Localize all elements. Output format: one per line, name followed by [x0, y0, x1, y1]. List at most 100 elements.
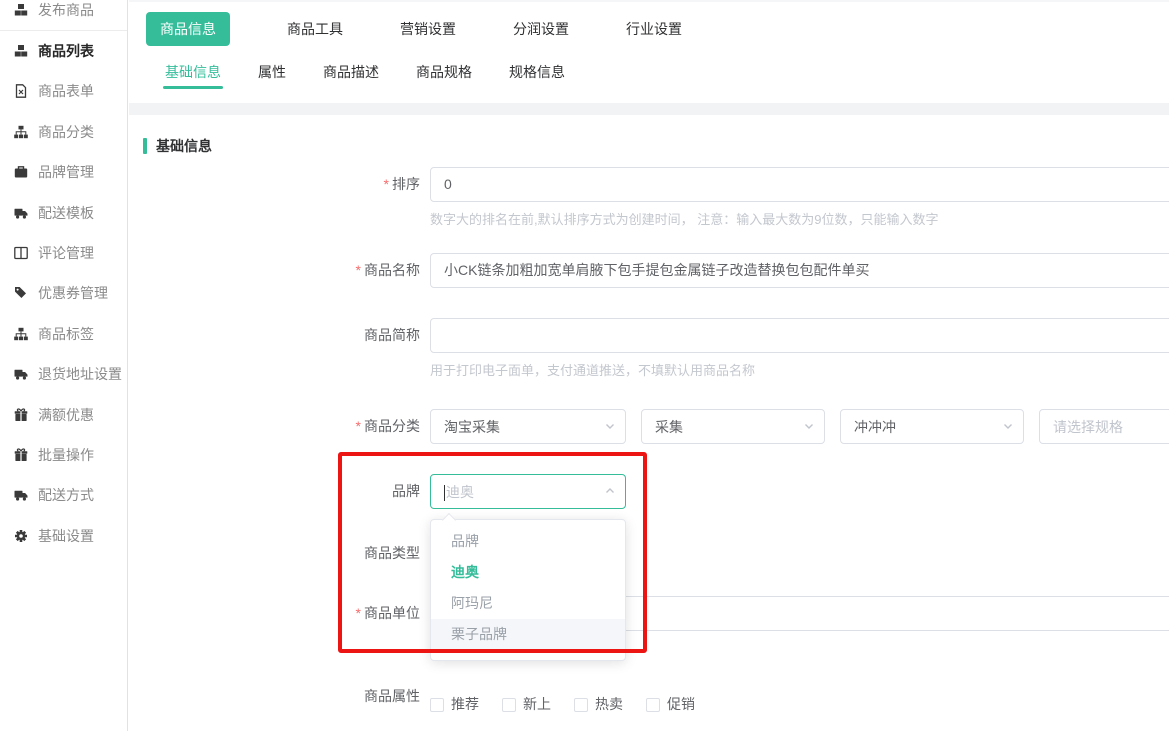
briefcase-icon	[13, 165, 29, 179]
form-row-name: *商品名称 小CK链条加粗加宽单肩腋下包手提包金属链子改造替换包包配件单买	[129, 253, 1169, 288]
tab-marketing-settings[interactable]: 营销设置	[400, 12, 456, 46]
file-icon	[13, 84, 29, 98]
category-level3-select[interactable]: 冲冲冲	[840, 409, 1024, 444]
sidebar-item-label: 商品列表	[38, 41, 94, 61]
chevron-up-icon	[604, 484, 616, 500]
sidebar-item-label: 配送方式	[38, 485, 94, 505]
sidebar-item-label: 配送模板	[38, 203, 94, 223]
required-mark: *	[384, 176, 389, 192]
brand-option-armani[interactable]: 阿玛尼	[431, 588, 625, 619]
sort-input[interactable]: 0	[430, 167, 1169, 202]
primary-tabs: 商品信息 商品工具 营销设置 分润设置 行业设置	[129, 2, 1169, 46]
attributes-label: 商品属性	[129, 679, 430, 714]
form-panel: 基础信息 *排序 0 数字大的排名在前,默认排序方式为创建时间， 注意：输入最大…	[129, 115, 1169, 722]
tab-product-tools[interactable]: 商品工具	[287, 12, 343, 46]
sidebar-item-label: 商品表单	[38, 81, 94, 101]
sidebar-item-label: 基础设置	[38, 526, 94, 546]
section-title: 基础信息	[143, 136, 1169, 156]
subtab-spec-info[interactable]: 规格信息	[509, 63, 565, 81]
brand-option-dior[interactable]: 迪奥	[431, 557, 625, 588]
spec-select[interactable]: 请选择规格	[1039, 409, 1169, 444]
type-label: 商品类型	[129, 536, 430, 571]
tab-product-info[interactable]: 商品信息	[146, 12, 230, 46]
cubes-icon	[13, 3, 29, 17]
sidebar-item-label: 优惠券管理	[38, 283, 108, 303]
short-name-help-text: 用于打印电子面单，支付通道推送，不填默认用商品名称	[430, 362, 1169, 380]
secondary-tabs: 基础信息 属性 商品描述 商品规格 规格信息	[165, 63, 1169, 81]
sort-label: *排序	[129, 167, 430, 202]
sidebar-item-product-category[interactable]: 商品分类	[0, 112, 127, 152]
chevron-down-icon	[803, 419, 815, 435]
sitemap-icon	[13, 125, 29, 139]
sitemap-icon	[13, 327, 29, 341]
sidebar-menu: 发布商品 商品列表 商品表单 商品分类 品牌管理 配送模板 评论管理 优惠券管	[0, 0, 127, 556]
sidebar-item-return-address-settings[interactable]: 退货地址设置	[0, 354, 127, 394]
required-mark: *	[356, 605, 361, 621]
truck-icon	[13, 488, 29, 502]
subtab-attributes[interactable]: 属性	[258, 63, 286, 81]
checkbox-new[interactable]: 新上	[502, 687, 551, 722]
cubes-icon	[13, 44, 29, 58]
form-row-type: 商品类型	[129, 536, 1169, 571]
checkbox-icon[interactable]	[646, 698, 660, 712]
brand-option-lizi[interactable]: 栗子品牌	[431, 619, 625, 650]
subtab-basic-info[interactable]: 基础信息	[165, 63, 221, 81]
sidebar: 发布商品 商品列表 商品表单 商品分类 品牌管理 配送模板 评论管理 优惠券管	[0, 0, 128, 731]
text-cursor	[444, 485, 445, 501]
brand-label: 品牌	[129, 474, 430, 509]
checkbox-icon[interactable]	[574, 698, 588, 712]
form-row-short-name: 商品简称 用于打印电子面单，支付通道推送，不填默认用商品名称	[129, 318, 1169, 380]
sidebar-item-label: 批量操作	[38, 445, 94, 465]
checkbox-promotion[interactable]: 促销	[646, 687, 695, 722]
sidebar-item-batch-operations[interactable]: 批量操作	[0, 435, 127, 475]
chevron-down-icon	[604, 419, 616, 435]
form-row-category: *商品分类 淘宝采集 采集 冲冲冲 请选择规格	[129, 409, 1169, 444]
sidebar-item-product-tags[interactable]: 商品标签	[0, 314, 127, 354]
sidebar-item-label: 商品分类	[38, 122, 94, 142]
gear-icon	[13, 529, 29, 543]
category-label: *商品分类	[129, 409, 430, 444]
sidebar-item-delivery-method[interactable]: 配送方式	[0, 475, 127, 515]
tags-icon	[13, 286, 29, 300]
brand-select[interactable]: 迪奥	[430, 474, 626, 509]
required-mark: *	[356, 418, 361, 434]
checkbox-icon[interactable]	[430, 698, 444, 712]
sidebar-item-label: 满额优惠	[38, 405, 94, 425]
tab-profit-settings[interactable]: 分润设置	[513, 12, 569, 46]
sidebar-item-delivery-template[interactable]: 配送模板	[0, 192, 127, 232]
brand-option-brand[interactable]: 品牌	[431, 526, 625, 557]
sidebar-item-coupon-management[interactable]: 优惠券管理	[0, 273, 127, 313]
category-level1-select[interactable]: 淘宝采集	[430, 409, 626, 444]
subtab-product-description[interactable]: 商品描述	[323, 63, 379, 81]
checkbox-icon[interactable]	[502, 698, 516, 712]
tab-industry-settings[interactable]: 行业设置	[626, 12, 682, 46]
checkbox-hot[interactable]: 热卖	[574, 687, 623, 722]
sidebar-item-label: 商品标签	[38, 324, 94, 344]
subtab-product-spec[interactable]: 商品规格	[416, 63, 472, 81]
unit-label: *商品单位	[129, 596, 430, 631]
truck-icon	[13, 367, 29, 381]
form-row-sort: *排序 0 数字大的排名在前,默认排序方式为创建时间， 注意：输入最大数为9位数…	[129, 167, 1169, 229]
sidebar-item-product-list[interactable]: 商品列表	[0, 31, 127, 71]
short-name-label: 商品简称	[129, 318, 430, 353]
sidebar-item-basic-settings[interactable]: 基础设置	[0, 516, 127, 556]
sidebar-item-label: 退货地址设置	[38, 364, 122, 384]
sidebar-item-publish-product[interactable]: 发布商品	[0, 0, 127, 31]
sidebar-item-full-discount[interactable]: 满额优惠	[0, 394, 127, 434]
sidebar-item-label: 评论管理	[38, 243, 94, 263]
sidebar-item-product-form[interactable]: 商品表单	[0, 71, 127, 111]
gift-icon	[13, 448, 29, 462]
sidebar-item-brand-management[interactable]: 品牌管理	[0, 152, 127, 192]
main-content: 商品信息 商品工具 营销设置 分润设置 行业设置 基础信息 属性 商品描述 商品…	[129, 0, 1169, 731]
sidebar-item-comment-management[interactable]: 评论管理	[0, 233, 127, 273]
short-name-input[interactable]	[430, 318, 1169, 353]
checkbox-recommended[interactable]: 推荐	[430, 687, 479, 722]
section-divider	[129, 103, 1169, 115]
form-row-brand: 品牌 迪奥 品牌 迪奥 阿玛尼 栗子品牌	[129, 474, 1169, 509]
category-level2-select[interactable]: 采集	[641, 409, 825, 444]
columns-icon	[13, 246, 29, 260]
form-row-unit: *商品单位	[129, 596, 1169, 631]
tab-bar: 商品信息 商品工具 营销设置 分润设置 行业设置 基础信息 属性 商品描述 商品…	[129, 2, 1169, 103]
required-mark: *	[356, 262, 361, 278]
product-name-input[interactable]: 小CK链条加粗加宽单肩腋下包手提包金属链子改造替换包包配件单买	[430, 253, 1169, 288]
